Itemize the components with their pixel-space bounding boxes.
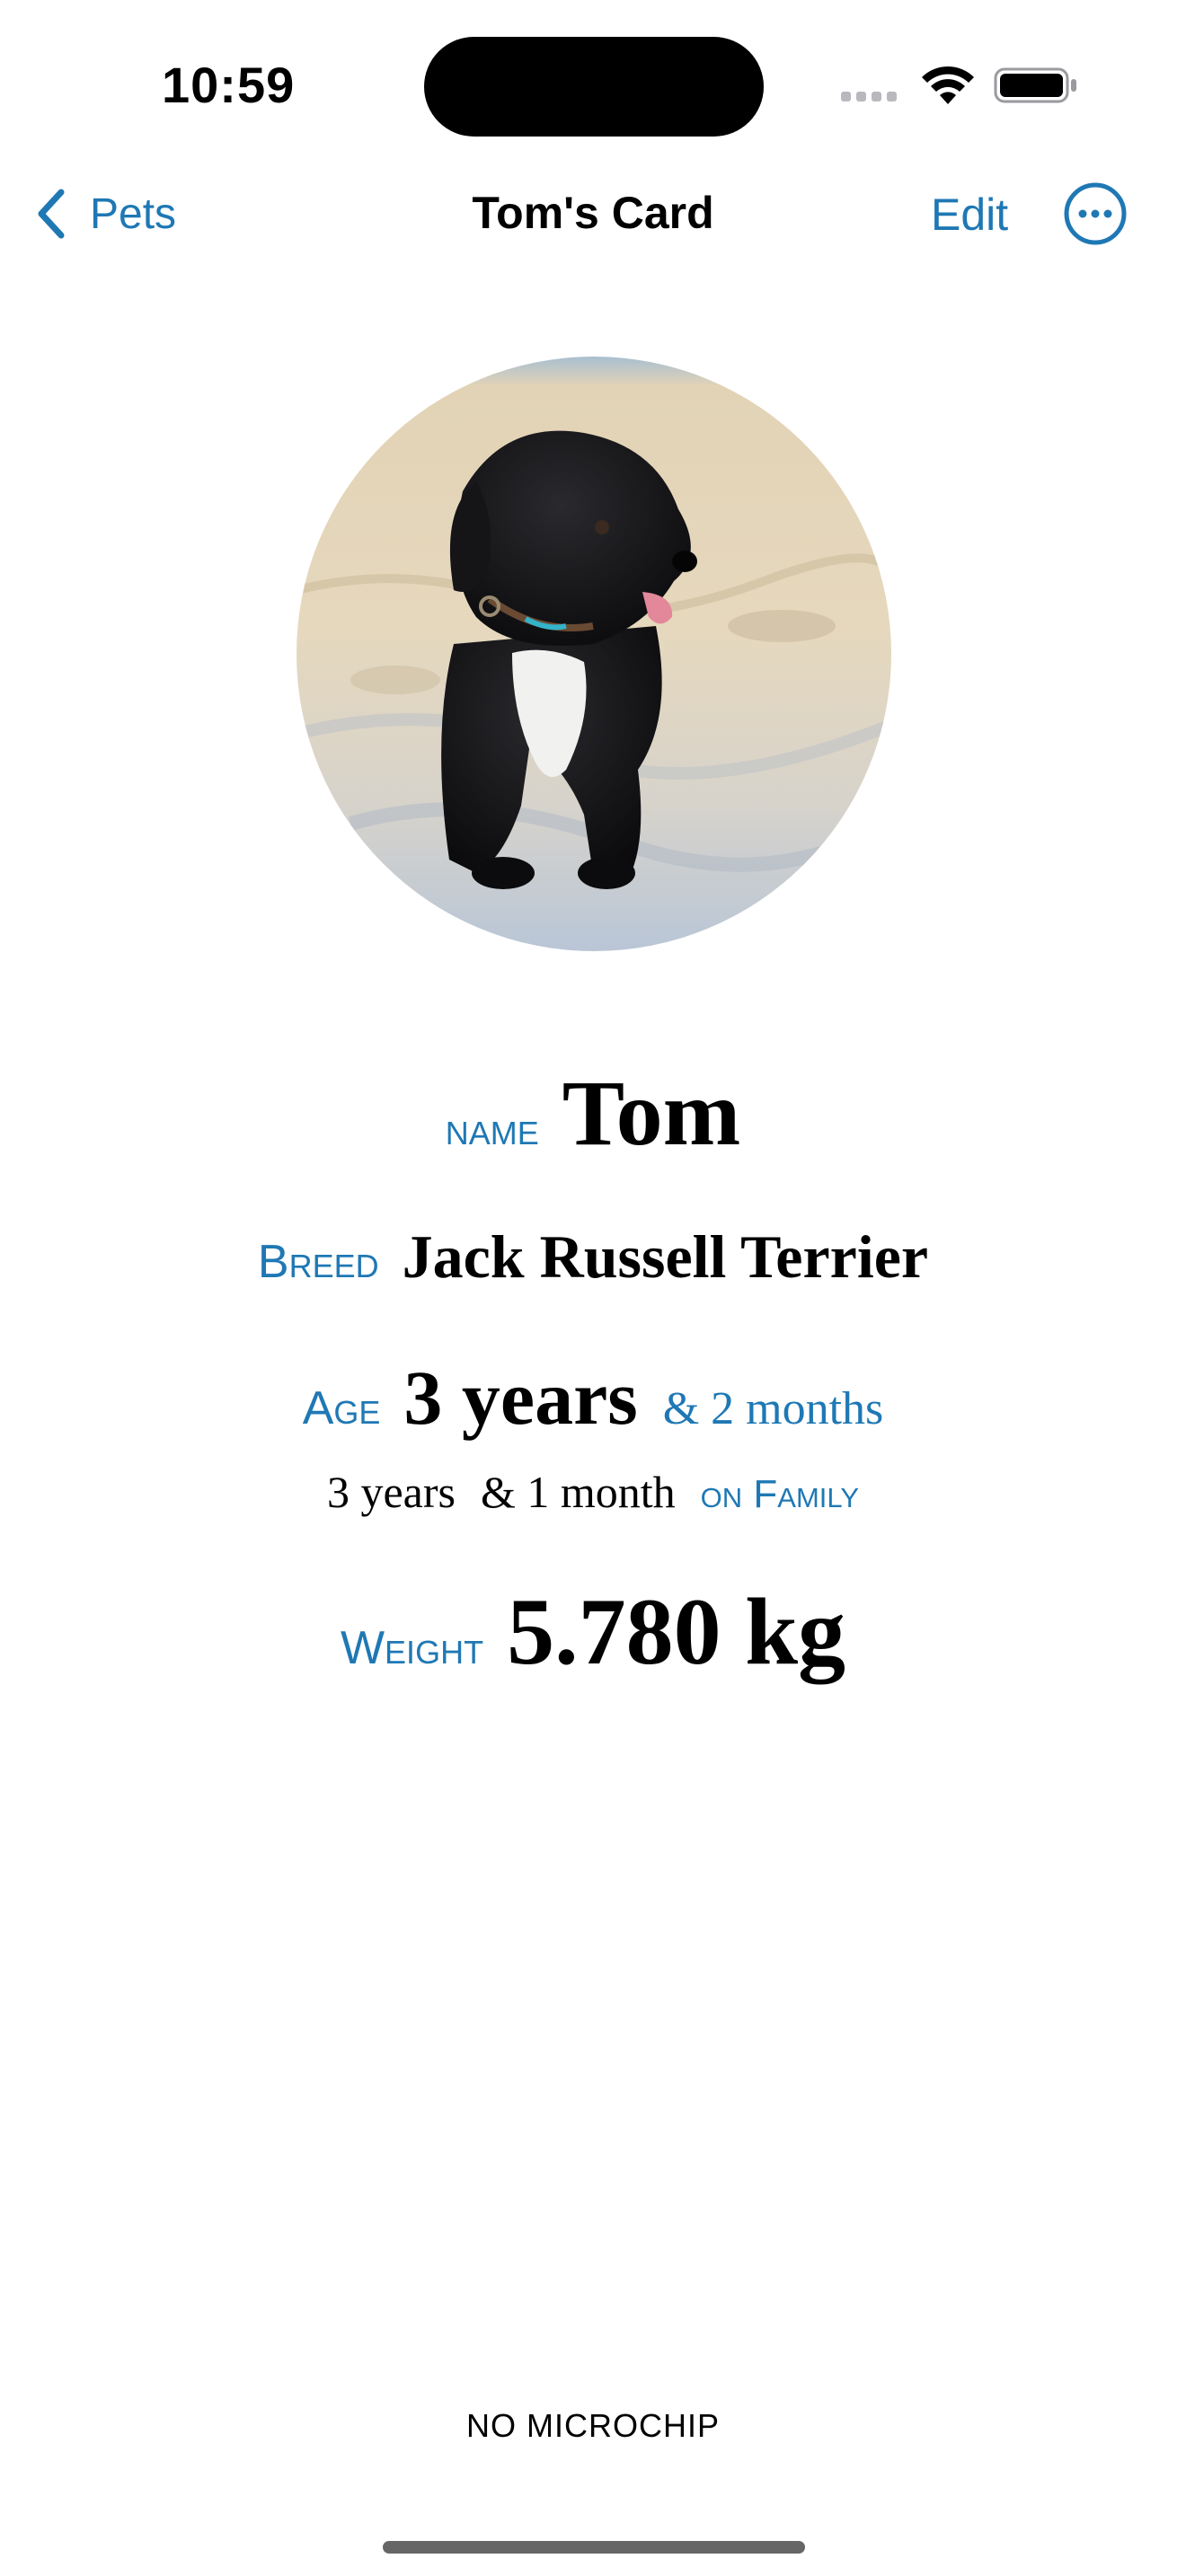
weight-label: Weight bbox=[340, 1622, 484, 1674]
breed-row: Breed Jack Russell Terrier bbox=[0, 1222, 1186, 1292]
pet-weight: 5.780 kg bbox=[507, 1579, 846, 1684]
pet-age-months: & 2 months bbox=[662, 1383, 884, 1434]
pet-age-years: 3 years bbox=[403, 1354, 638, 1441]
cellular-signal-icon bbox=[841, 90, 902, 102]
wifi-icon bbox=[922, 66, 974, 104]
navigation-bar: Pets Tom's Card Edit bbox=[0, 171, 1186, 257]
dynamic-island bbox=[424, 37, 764, 137]
family-age-years: 3 years bbox=[326, 1467, 456, 1517]
microchip-status: NO MICROCHIP bbox=[466, 2407, 720, 2444]
name-row: name Tom bbox=[0, 1060, 1186, 1167]
family-age-months: & 1 month bbox=[480, 1467, 676, 1517]
pet-name: Tom bbox=[562, 1062, 741, 1165]
age-label: Age bbox=[302, 1382, 381, 1434]
battery-icon bbox=[994, 67, 1076, 103]
status-time: 10:59 bbox=[162, 57, 296, 113]
ellipsis-circle-icon[interactable] bbox=[1063, 181, 1128, 246]
family-age-row: 3 years & 1 month on Family bbox=[0, 1466, 1186, 1518]
family-label: on Family bbox=[700, 1472, 860, 1516]
weight-row: Weight 5.780 kg bbox=[0, 1577, 1186, 1687]
edit-button[interactable]: Edit bbox=[931, 189, 1008, 241]
home-indicator[interactable] bbox=[383, 2541, 805, 2554]
pet-breed: Jack Russell Terrier bbox=[402, 1222, 929, 1291]
breed-label: Breed bbox=[257, 1236, 379, 1288]
pet-photo bbox=[296, 357, 891, 951]
name-label: name bbox=[445, 1115, 539, 1151]
status-bar: 10:59 bbox=[0, 0, 1186, 171]
age-row: Age 3 years & 2 months bbox=[0, 1353, 1186, 1442]
